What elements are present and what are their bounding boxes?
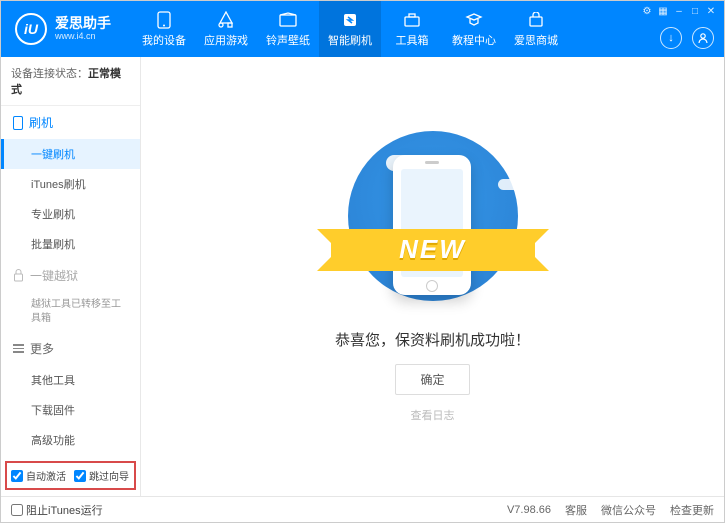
sidebar-item-pro-flash[interactable]: 专业刷机 <box>1 199 140 229</box>
confirm-button[interactable]: 确定 <box>395 364 469 395</box>
app-name: 爱思助手 <box>55 16 111 31</box>
checkbox-skip-guide[interactable]: 跳过向导 <box>74 468 129 483</box>
checkbox-label: 跳过向导 <box>89 468 129 483</box>
checkbox-label: 自动激活 <box>26 468 66 483</box>
sidebar-item-advanced[interactable]: 高级功能 <box>1 425 140 455</box>
flash-options-box: 自动激活 跳过向导 <box>5 461 136 490</box>
apps-icon <box>217 11 235 29</box>
sidebar-item-download-firmware[interactable]: 下载固件 <box>1 395 140 425</box>
ribbon-text: NEW <box>399 234 466 265</box>
app-header: iU 爱思助手 www.i4.cn 我的设备 应用游戏 铃声壁纸 智能刷机 <box>1 1 724 57</box>
checkbox-label: 阻止iTunes运行 <box>26 502 103 518</box>
close-button[interactable]: ✕ <box>704 4 718 18</box>
sidebar-item-batch-flash[interactable]: 批量刷机 <box>1 229 140 259</box>
success-illustration: NEW <box>323 131 543 311</box>
sidebar-head-more[interactable]: 更多 <box>1 332 140 365</box>
download-icon[interactable]: ↓ <box>660 27 682 49</box>
sidebar: 设备连接状态：正常模式 刷机 一键刷机 iTunes刷机 专业刷机 批量刷机 一… <box>1 57 141 496</box>
checkbox-input[interactable] <box>11 470 23 482</box>
minimize-button[interactable]: ‒ <box>672 4 686 18</box>
media-icon <box>279 11 297 29</box>
window-controls: ⚙ ▦ ‒ □ ✕ <box>640 4 718 18</box>
nav-store[interactable]: 爱思商城 <box>505 1 567 57</box>
sidebar-head-jailbreak: 一键越狱 <box>1 259 140 292</box>
header-right-icons: ↓ <box>660 27 714 49</box>
nav-label: 教程中心 <box>452 32 496 48</box>
nav-label: 智能刷机 <box>328 32 372 48</box>
nav-ringtone-wallpaper[interactable]: 铃声壁纸 <box>257 1 319 57</box>
logo-area: iU 爱思助手 www.i4.cn <box>1 13 125 45</box>
nav-apps-games[interactable]: 应用游戏 <box>195 1 257 57</box>
sidebar-item-onekey-flash[interactable]: 一键刷机 <box>1 139 140 169</box>
checkbox-block-itunes[interactable]: 阻止iTunes运行 <box>11 502 103 518</box>
checkbox-input[interactable] <box>74 470 86 482</box>
connection-status: 设备连接状态：正常模式 <box>1 57 140 106</box>
phone-icon <box>155 11 173 29</box>
nav-tutorial[interactable]: 教程中心 <box>443 1 505 57</box>
hamburger-icon <box>13 344 24 353</box>
check-update-link[interactable]: 检查更新 <box>670 502 714 518</box>
maximize-button[interactable]: □ <box>688 4 702 18</box>
nav-my-device[interactable]: 我的设备 <box>133 1 195 57</box>
nav-label: 爱思商城 <box>514 32 558 48</box>
nav-smart-flash[interactable]: 智能刷机 <box>319 1 381 57</box>
sidebar-head-flash[interactable]: 刷机 <box>1 106 140 139</box>
view-log-link[interactable]: 查看日志 <box>411 407 455 423</box>
main-content: NEW 恭喜您，保资料刷机成功啦！ 确定 查看日志 <box>141 57 724 496</box>
sidebar-item-other-tools[interactable]: 其他工具 <box>1 365 140 395</box>
wechat-link[interactable]: 微信公众号 <box>601 502 656 518</box>
sidebar-head-label: 更多 <box>30 340 54 357</box>
app-url: www.i4.cn <box>55 32 111 42</box>
checkbox-auto-activate[interactable]: 自动激活 <box>11 468 66 483</box>
nav-label: 工具箱 <box>396 32 429 48</box>
success-message: 恭喜您，保资料刷机成功啦！ <box>335 329 530 350</box>
phone-icon <box>13 116 23 130</box>
store-icon <box>527 11 545 29</box>
tools-icon <box>403 11 421 29</box>
cloud-icon <box>498 179 520 190</box>
sidebar-head-label: 刷机 <box>29 114 53 131</box>
nav-toolbox[interactable]: 工具箱 <box>381 1 443 57</box>
new-ribbon: NEW <box>331 229 535 271</box>
settings-icon[interactable]: ⚙ <box>640 4 654 18</box>
conn-label: 设备连接状态： <box>11 68 88 80</box>
checkbox-input[interactable] <box>11 504 23 516</box>
user-icon[interactable] <box>692 27 714 49</box>
flash-icon <box>341 11 359 29</box>
skin-icon[interactable]: ▦ <box>656 4 670 18</box>
app-logo-icon: iU <box>15 13 47 45</box>
nav-label: 铃声壁纸 <box>266 32 310 48</box>
version-label: V7.98.66 <box>507 504 551 516</box>
nav-label: 我的设备 <box>142 32 186 48</box>
footer: 阻止iTunes运行 V7.98.66 客服 微信公众号 检查更新 <box>1 496 724 522</box>
customer-service-link[interactable]: 客服 <box>565 502 587 518</box>
tutorial-icon <box>465 11 483 29</box>
lock-icon <box>13 269 24 282</box>
nav-label: 应用游戏 <box>204 32 248 48</box>
sidebar-head-label: 一键越狱 <box>30 267 78 284</box>
main-nav: 我的设备 应用游戏 铃声壁纸 智能刷机 工具箱 教程中心 <box>133 1 567 57</box>
jailbreak-note: 越狱工具已转移至工具箱 <box>1 292 140 332</box>
phone-illustration <box>393 155 471 295</box>
sidebar-item-itunes-flash[interactable]: iTunes刷机 <box>1 169 140 199</box>
